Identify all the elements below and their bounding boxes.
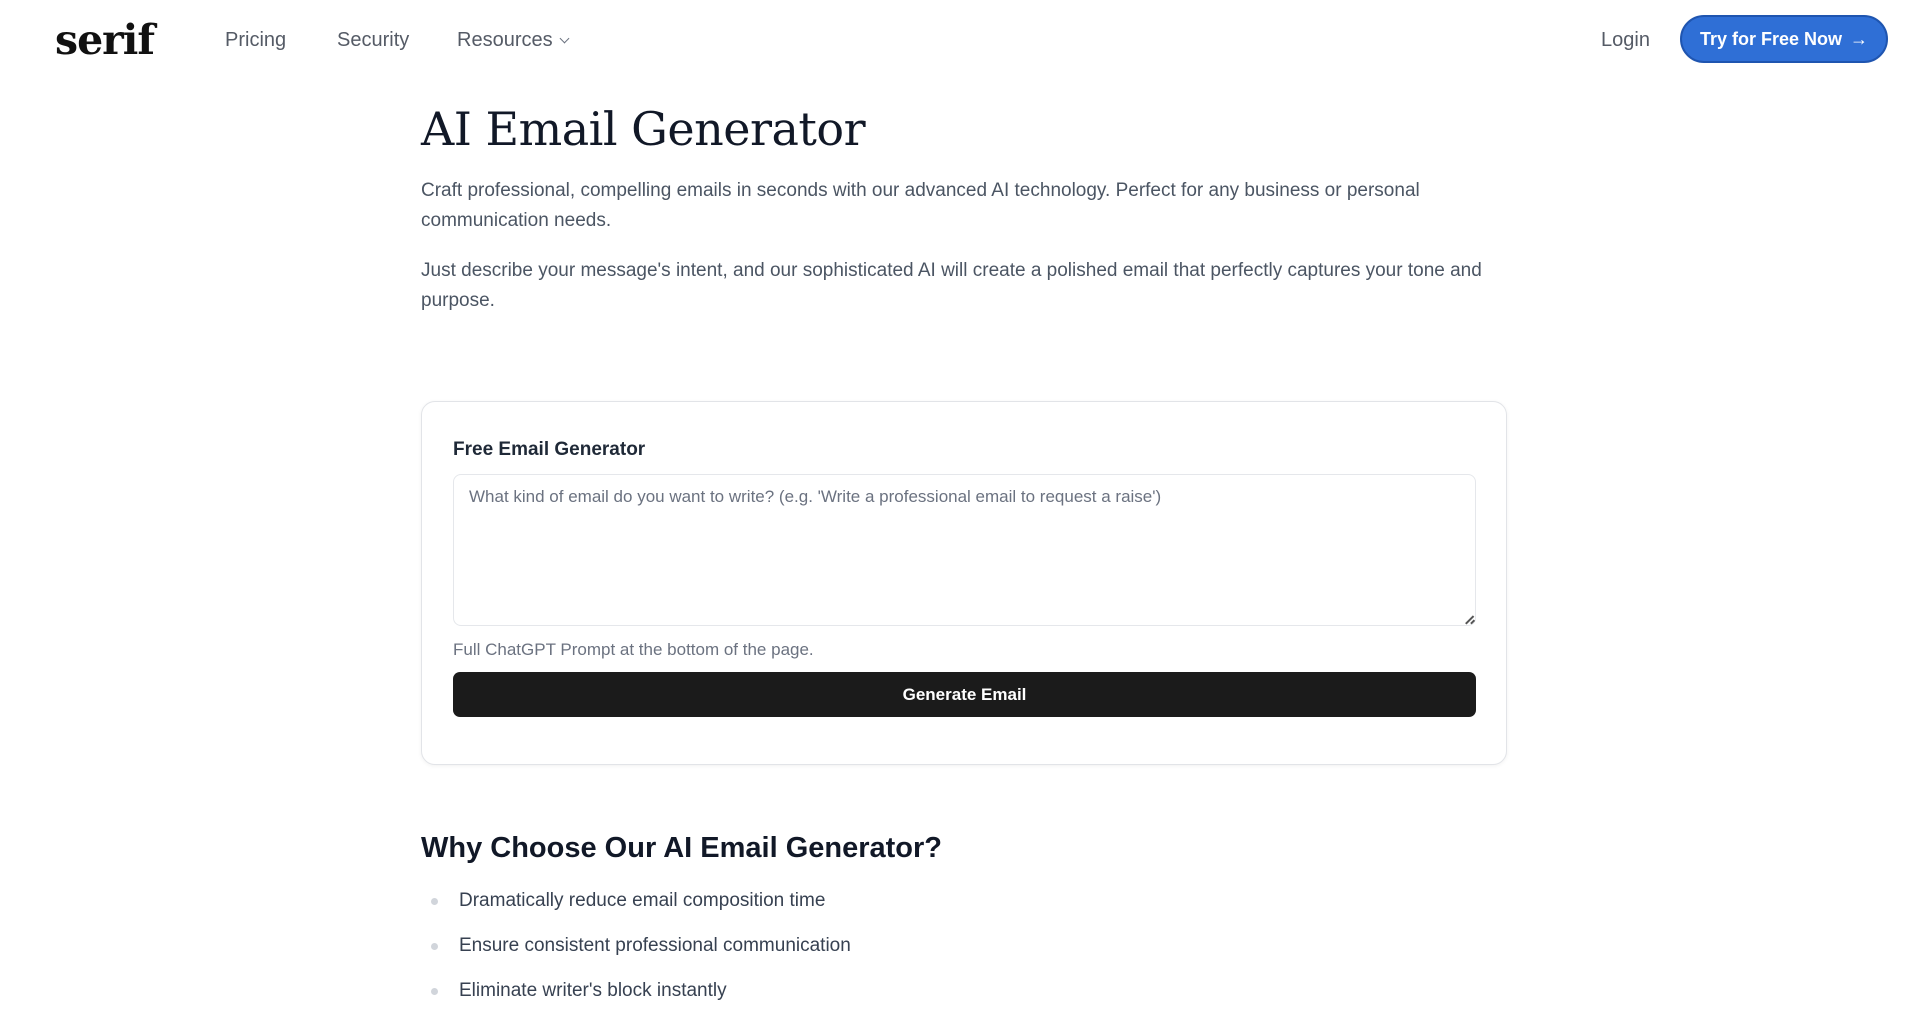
bullet-icon [431, 988, 438, 995]
benefit-text: Eliminate writer's block instantly [459, 980, 727, 1001]
serif-logo[interactable]: serif [55, 14, 155, 66]
list-item: Ensure consistent professional communica… [421, 933, 851, 959]
benefit-text: Dramatically reduce email composition ti… [459, 890, 826, 911]
benefits-list: Dramatically reduce email composition ti… [421, 888, 851, 1023]
top-navbar: serif Pricing Security Resources Login T… [0, 0, 1920, 80]
benefit-text: Ensure consistent professional communica… [459, 935, 851, 956]
resize-handle-icon[interactable] [1465, 614, 1474, 623]
generator-title: Free Email Generator [453, 439, 646, 460]
nav-dropdown-resources[interactable]: Resources [457, 27, 570, 53]
email-prompt-input[interactable] [453, 474, 1476, 626]
email-generator-card: Free Email Generator Full ChatGPT Prompt… [421, 401, 1507, 765]
nav-link-resources-label: Resources [457, 29, 553, 51]
hero-description: Craft professional, compelling emails in… [421, 180, 1420, 231]
nav-link-pricing[interactable]: Pricing [225, 27, 286, 53]
page-title: AI Email Generator [421, 102, 866, 156]
generate-email-button[interactable]: Generate Email [453, 672, 1476, 717]
arrow-right-icon: → [1850, 29, 1869, 49]
bullet-icon [431, 943, 438, 950]
try-for-free-button[interactable]: Try for Free Now → [1680, 15, 1888, 63]
list-item: Eliminate writer's block instantly [421, 978, 851, 1004]
prompt-hint: Full ChatGPT Prompt at the bottom of the… [453, 640, 814, 659]
hero-instructions: Just describe your message's intent, and… [421, 260, 1482, 311]
nav-link-security[interactable]: Security [337, 27, 409, 53]
bullet-icon [431, 898, 438, 905]
chevron-down-icon [559, 33, 570, 43]
try-for-free-label: Try for Free Now [1699, 28, 1843, 49]
login-link[interactable]: Login [1601, 27, 1650, 53]
hero-section: AI Email Generator Craft professional, c… [421, 100, 1507, 316]
why-choose-heading: Why Choose Our AI Email Generator? [421, 832, 943, 864]
list-item: Dramatically reduce email composition ti… [421, 888, 851, 914]
